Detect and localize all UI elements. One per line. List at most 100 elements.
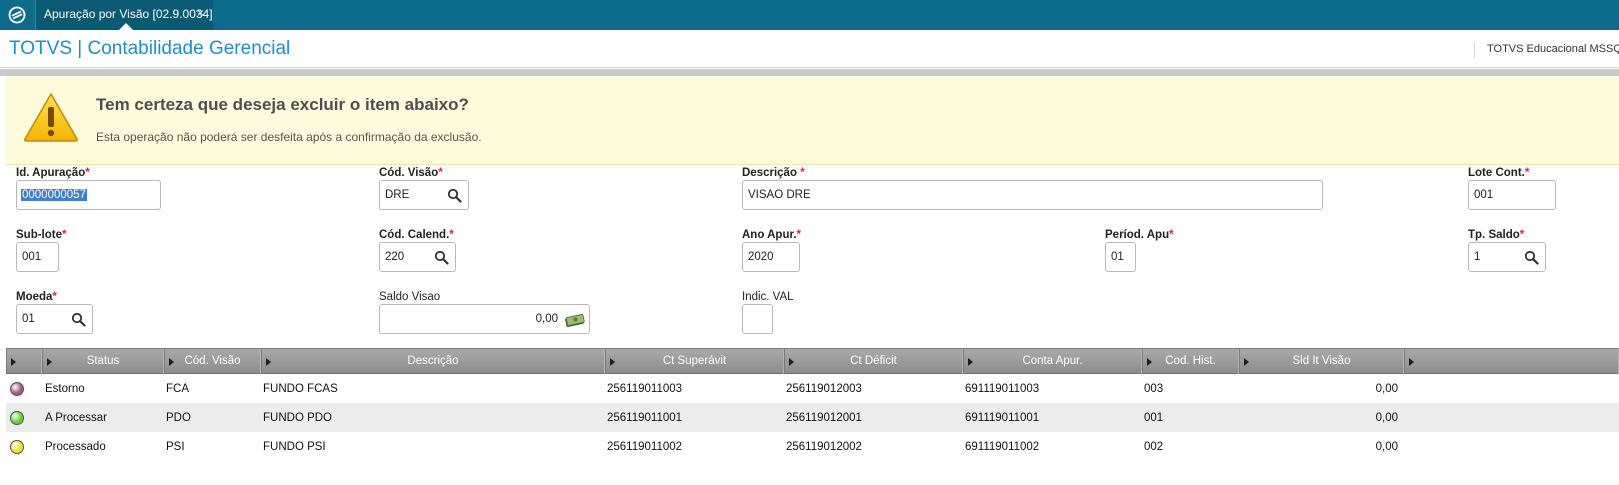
cell-ct-superavit: 256119011003 — [607, 383, 683, 395]
id-apuracao-value: 0000000057 — [21, 189, 87, 201]
periodo-apu-input[interactable]: 01 — [1105, 242, 1136, 272]
cell-cod-visao: PSI — [166, 441, 185, 453]
descricao-input[interactable]: VISAO DRE — [742, 180, 1323, 210]
cell-status: Estorno — [45, 383, 85, 395]
cell-sld-it-visao: 0,00 — [1375, 412, 1398, 424]
divider-strip — [0, 69, 1619, 76]
tab-label: Apuração por Visão [02.9.0034] — [44, 7, 213, 21]
cell-ct-superavit: 256119011001 — [607, 412, 683, 424]
grid-header: Status Cód. Visão Descrição Ct Superávit… — [6, 348, 1619, 374]
tp-saldo-value: 1 — [1474, 251, 1481, 263]
indic-val-input[interactable] — [742, 304, 773, 334]
cell-descricao: FUNDO PSI — [263, 441, 326, 453]
cod-calend-input[interactable]: 220 — [379, 242, 456, 272]
environment-label: TOTVS Educacional MSSQL — [1487, 43, 1619, 55]
grid-header-ct-superavit[interactable]: Ct Superávit — [605, 349, 784, 374]
ano-apur-value: 2020 — [748, 251, 774, 263]
table-row[interactable]: A Processar PDO FUNDO PDO 256119011001 2… — [6, 403, 1619, 432]
descricao-value: VISAO DRE — [748, 189, 811, 201]
moeda-value: 01 — [22, 313, 35, 325]
money-icon[interactable] — [565, 313, 585, 327]
periodo-apu-label: Períod. Apu* — [1105, 229, 1174, 241]
ano-apur-label: Ano Apur.* — [742, 229, 801, 241]
cell-ct-deficit: 256119012001 — [786, 412, 862, 424]
table-row[interactable]: Processado PSI FUNDO PSI 256119011002 25… — [6, 432, 1619, 461]
sub-lote-value: 001 — [22, 251, 42, 263]
lote-cont-value: 001 — [1474, 189, 1494, 201]
tab-close-icon[interactable]: × — [197, 6, 204, 20]
cod-visao-value: DRE — [385, 189, 410, 201]
cell-status: A Processar — [45, 412, 107, 424]
expand-arrow-icon — [1409, 358, 1414, 366]
search-icon[interactable] — [71, 312, 86, 327]
tab-apuracao-por-visao[interactable]: Apuração por Visão [02.9.0034] × — [35, 0, 213, 30]
saldo-visao-value: 0,00 — [535, 313, 558, 325]
grid-header-status[interactable]: Status — [42, 349, 164, 374]
status-indicator-icon — [10, 411, 24, 425]
tp-saldo-label: Tp. Saldo* — [1468, 229, 1525, 241]
cell-sld-it-visao: 0,00 — [1375, 441, 1398, 453]
cell-sld-it-visao: 0,00 — [1375, 383, 1398, 395]
cod-visao-label: Cód. Visão* — [379, 167, 443, 179]
grid-header-descricao[interactable]: Descrição — [261, 349, 605, 374]
id-apuracao-input[interactable]: 0000000057 — [16, 180, 161, 210]
cell-descricao: FUNDO PDO — [263, 412, 332, 424]
cell-cod-hist: 002 — [1144, 441, 1164, 453]
cell-cod-visao: PDO — [166, 412, 191, 424]
cell-conta-apur: 691119011001 — [965, 412, 1040, 424]
warning-icon — [24, 93, 78, 142]
cell-ct-superavit: 256119011002 — [607, 441, 683, 453]
warning-message: Esta operação não poderá ser desfeita ap… — [96, 130, 482, 144]
cell-conta-apur: 691119011002 — [965, 441, 1040, 453]
cell-ct-deficit: 256119012003 — [786, 383, 862, 395]
search-icon[interactable] — [434, 250, 449, 265]
grid-header-cod-hist[interactable]: Cod. Hist. — [1142, 349, 1239, 374]
moeda-input[interactable]: 01 — [16, 304, 93, 334]
ano-apur-input[interactable]: 2020 — [742, 242, 800, 272]
descricao-label: Descrição * — [742, 167, 805, 179]
title-bar: TOTVS | Contabilidade Gerencial TOTVS Ed… — [0, 32, 1619, 68]
indic-val-label: Indic. VAL — [742, 291, 794, 303]
tp-saldo-input[interactable]: 1 — [1468, 242, 1546, 272]
cod-visao-input[interactable]: DRE — [379, 180, 469, 210]
status-indicator-icon — [10, 382, 24, 396]
app-title: TOTVS | Contabilidade Gerencial — [9, 38, 291, 59]
search-icon[interactable] — [1524, 250, 1539, 265]
sub-lote-input[interactable]: 001 — [16, 242, 59, 272]
cell-ct-deficit: 256119012002 — [786, 441, 862, 453]
moeda-label: Moeda* — [16, 291, 57, 303]
items-grid: Status Cód. Visão Descrição Ct Superávit… — [6, 348, 1619, 461]
grid-header-cod-visao[interactable]: Cód. Visão — [164, 349, 261, 374]
cod-calend-value: 220 — [385, 251, 405, 263]
grid-header-conta-apur[interactable]: Conta Apur. — [963, 349, 1142, 374]
cell-conta-apur: 691119011003 — [965, 383, 1040, 395]
periodo-apu-value: 01 — [1111, 251, 1124, 263]
divider — [1474, 42, 1475, 58]
cell-cod-visao: FCA — [166, 383, 189, 395]
lote-cont-input[interactable]: 001 — [1468, 180, 1556, 210]
grid-header-select[interactable] — [6, 349, 42, 374]
table-row[interactable]: Estorno FCA FUNDO FCAS 256119011003 2561… — [6, 374, 1619, 403]
content-area: Tem certeza que deseja excluir o item ab… — [6, 76, 1619, 485]
cell-cod-hist: 003 — [1144, 383, 1164, 395]
expand-arrow-icon — [11, 358, 16, 366]
sub-lote-label: Sub-lote* — [16, 229, 67, 241]
top-tab-bar: Apuração por Visão [02.9.0034] × — [0, 0, 1619, 30]
delete-confirmation-banner: Tem certeza que deseja excluir o item ab… — [6, 76, 1619, 165]
cell-cod-hist: 001 — [1144, 412, 1164, 424]
totvs-logo-icon[interactable] — [8, 6, 26, 24]
grid-header-sld-it-visao[interactable]: Sld It Visão — [1239, 349, 1404, 374]
active-tab-indicator — [119, 23, 133, 30]
cell-descricao: FUNDO FCAS — [263, 383, 338, 395]
saldo-visao-label: Saldo Visao — [379, 291, 441, 303]
cell-status: Processado — [45, 441, 106, 453]
saldo-visao-input[interactable]: 0,00 — [379, 304, 590, 334]
search-icon[interactable] — [447, 188, 462, 203]
grid-header-ct-deficit[interactable]: Ct Déficit — [784, 349, 963, 374]
grid-header-extra[interactable] — [1404, 349, 1619, 374]
id-apuracao-label: Id. Apuração* — [16, 167, 90, 179]
app-window: Apuração por Visão [02.9.0034] × TOTVS |… — [0, 0, 1619, 485]
cod-calend-label: Cód. Calend.* — [379, 229, 454, 241]
status-indicator-icon — [10, 440, 24, 454]
lote-cont-label: Lote Cont.* — [1468, 167, 1530, 179]
